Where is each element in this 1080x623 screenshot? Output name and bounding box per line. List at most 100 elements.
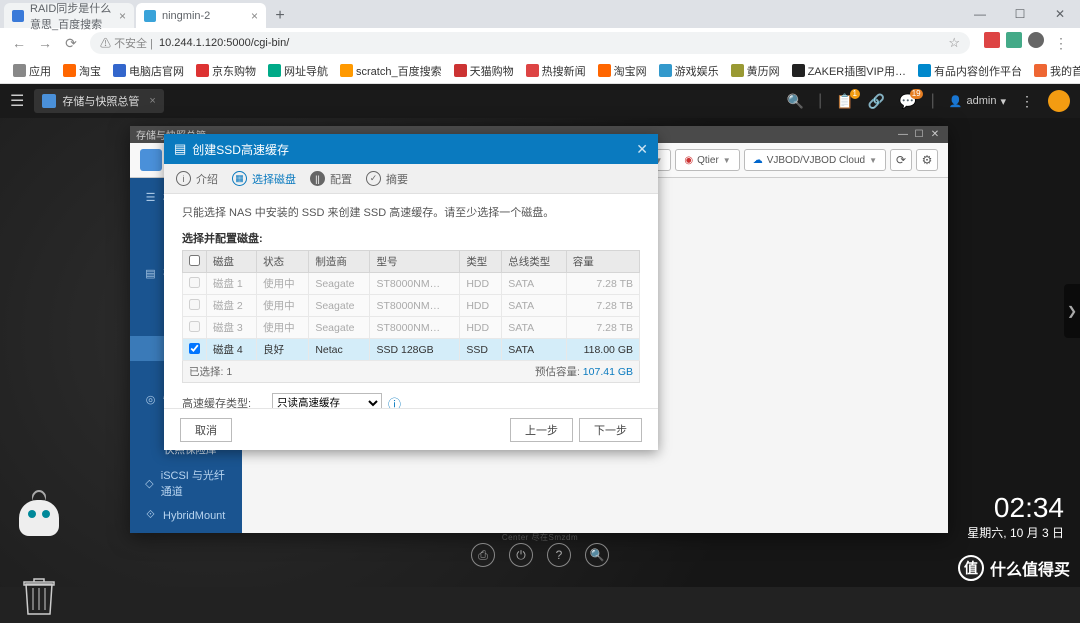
profile-icon[interactable]: [1028, 32, 1044, 48]
favicon-icon: [12, 10, 24, 22]
bookmark-item[interactable]: 黄历网: [726, 61, 785, 81]
clock-time: 02:34: [967, 492, 1064, 524]
watermark-badge: 值: [958, 555, 984, 581]
minimize-button[interactable]: —: [960, 0, 1000, 28]
table-row[interactable]: 磁盘 4良好NetacSSD 128GBSSDSATA118.00 GB: [183, 339, 640, 361]
step-select-disk[interactable]: ▦选择磁盘: [232, 171, 296, 187]
step-intro[interactable]: i介绍: [176, 171, 218, 187]
cache-type-select[interactable]: 只读高速缓存: [272, 393, 382, 408]
close-icon[interactable]: ✕: [636, 141, 648, 158]
th-bus[interactable]: 总线类型: [502, 251, 567, 273]
bookmark-item[interactable]: 淘宝网: [593, 61, 652, 81]
next-button[interactable]: 下一步: [579, 418, 642, 442]
favicon-icon: [340, 64, 353, 77]
favicon-icon: [196, 64, 209, 77]
th-status[interactable]: 状态: [257, 251, 309, 273]
overview-icon: ☰: [144, 191, 157, 204]
tab-ningmin[interactable]: ningmin-2 ×: [136, 3, 266, 28]
favicon-icon: [918, 64, 931, 77]
dashboard-icon[interactable]: [1048, 90, 1070, 112]
sidebar-item-iscsi[interactable]: ◇iSCSI 与光纤通道: [130, 462, 242, 504]
hybrid-icon: ⟐: [144, 509, 157, 522]
step-configure[interactable]: ||配置: [310, 171, 352, 187]
select-disks-label: 选择并配置磁盘:: [182, 230, 640, 246]
badge: 1: [850, 89, 860, 99]
select-all-checkbox[interactable]: [189, 255, 200, 266]
tasks-icon[interactable]: 📋1: [836, 93, 853, 110]
th-checkbox[interactable]: [183, 251, 207, 273]
th-disk[interactable]: 磁盘: [207, 251, 257, 273]
cache-type-label: 高速缓存类型:: [182, 395, 272, 408]
dialog-title[interactable]: ▤ 创建SSD高速缓存 ✕: [164, 134, 658, 164]
bookmark-item[interactable]: scratch_百度搜索: [335, 61, 447, 81]
bookmark-item[interactable]: 有品内容创作平台: [913, 61, 1027, 81]
new-tab-button[interactable]: +: [268, 4, 292, 28]
bookmark-item[interactable]: 网址导航: [263, 61, 333, 81]
menu-icon[interactable]: ☰: [10, 91, 24, 111]
robot-assistant[interactable]: [12, 490, 66, 544]
side-panel-arrow[interactable]: ❯: [1064, 284, 1080, 338]
dock-power-icon[interactable]: ⏻: [509, 543, 533, 567]
ssd-icon: ▤: [174, 141, 186, 157]
bookmark-item[interactable]: 天猫购物: [449, 61, 519, 81]
more-icon[interactable]: ⋮: [1020, 93, 1034, 110]
dock-screenshot-icon[interactable]: ⎙: [471, 543, 495, 567]
row-checkbox: [189, 299, 200, 310]
vjbod-button[interactable]: ☁VJBOD/VJBOD Cloud▼: [744, 149, 886, 171]
th-mfr[interactable]: 制造商: [309, 251, 370, 273]
prev-button[interactable]: 上一步: [510, 418, 573, 442]
dialog-create-ssd-cache: ▤ 创建SSD高速缓存 ✕ i介绍 ▦选择磁盘 ||配置 ✓摘要 只能选择 NA…: [164, 134, 658, 450]
favicon-icon: [659, 64, 672, 77]
search-icon[interactable]: 🔍: [787, 93, 804, 110]
close-icon[interactable]: ×: [119, 9, 126, 23]
menu-button[interactable]: ⋮: [1050, 32, 1072, 54]
iscsi-icon: ◇: [144, 477, 155, 490]
maximize-icon[interactable]: ☐: [912, 129, 926, 140]
dialog-steps: i介绍 ▦选择磁盘 ||配置 ✓摘要: [164, 164, 658, 194]
bookmark-item[interactable]: 京东购物: [191, 61, 261, 81]
dialog-footer: 取消 上一步 下一步: [164, 408, 658, 450]
bookmark-icon[interactable]: ☆: [948, 35, 960, 51]
extension-icon[interactable]: [984, 32, 1000, 48]
bookmark-item[interactable]: 我的首页 微博-随…: [1029, 61, 1080, 81]
dock-help-icon[interactable]: ?: [547, 543, 571, 567]
th-capacity[interactable]: 容量: [566, 251, 639, 273]
favicon-icon: [731, 64, 744, 77]
connections-icon[interactable]: 🔗: [868, 93, 885, 110]
th-type[interactable]: 类型: [460, 251, 502, 273]
bookmark-item[interactable]: ZAKER插图VIP用…: [787, 61, 911, 81]
bookmark-item[interactable]: 电脑店官网: [108, 61, 189, 81]
maximize-button[interactable]: ☐: [1000, 0, 1040, 28]
trash-icon[interactable]: [20, 574, 58, 618]
table-header-row: 磁盘 状态 制造商 型号 类型 总线类型 容量: [183, 251, 640, 273]
tab-raid-search[interactable]: RAID同步是什么意思_百度搜索 ×: [4, 3, 134, 28]
address-input[interactable]: ⚠ 不安全 | 10.244.1.120:5000/cgi-bin/ ☆: [90, 32, 970, 54]
extension-icon[interactable]: [1006, 32, 1022, 48]
user-menu[interactable]: 👤 admin ▾: [949, 95, 1006, 108]
close-button[interactable]: ✕: [1040, 0, 1080, 28]
cancel-button[interactable]: 取消: [180, 418, 232, 442]
settings-icon[interactable]: ⚙: [916, 149, 938, 171]
reload-button[interactable]: ⟳: [60, 32, 82, 54]
step-summary[interactable]: ✓摘要: [366, 171, 408, 187]
minimize-icon[interactable]: —: [896, 129, 910, 140]
bookmark-item[interactable]: 应用: [8, 61, 56, 81]
close-icon[interactable]: ×: [149, 95, 155, 107]
taskbar-app[interactable]: 存储与快照总管 ×: [34, 89, 163, 113]
info-icon[interactable]: ⓘ: [388, 394, 401, 409]
bookmark-item[interactable]: 游戏娱乐: [654, 61, 724, 81]
bookmark-item[interactable]: 淘宝: [58, 61, 106, 81]
close-icon[interactable]: ×: [251, 9, 258, 23]
refresh-icon[interactable]: ⟳: [890, 149, 912, 171]
row-checkbox[interactable]: [189, 343, 200, 354]
notifications-icon[interactable]: 💬19: [899, 93, 916, 110]
close-icon[interactable]: ✕: [928, 129, 942, 140]
back-button[interactable]: ←: [8, 32, 30, 54]
qtier-button[interactable]: ◉Qtier▼: [675, 149, 739, 171]
sidebar-item-hybridmount[interactable]: ⟐HybridMount: [130, 504, 242, 527]
forward-button[interactable]: →: [34, 32, 56, 54]
clock-date: 星期六, 10 月 3 日: [967, 524, 1064, 541]
dock-search-icon[interactable]: 🔍: [585, 543, 609, 567]
bookmark-item[interactable]: 热搜新闻: [521, 61, 591, 81]
th-model[interactable]: 型号: [370, 251, 460, 273]
